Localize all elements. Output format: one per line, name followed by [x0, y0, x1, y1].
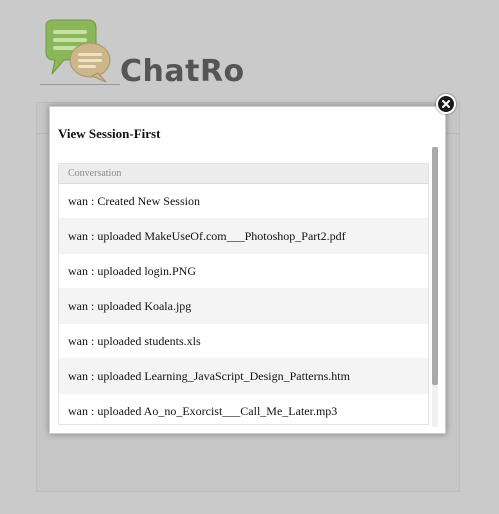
conversation-row: wan : Created New Session	[59, 184, 428, 219]
close-icon	[442, 100, 450, 108]
chat-bubbles-icon	[45, 19, 111, 83]
app-logo-text: ChatRo	[120, 54, 245, 89]
view-session-modal: View Session-First Conversation wan : Cr…	[49, 106, 446, 434]
close-button[interactable]	[436, 94, 456, 114]
conversation-row: wan : uploaded MakeUseOf.com___Photoshop…	[59, 219, 428, 254]
conversation-row: wan : uploaded students.xls	[59, 324, 428, 359]
conversation-row: wan : uploaded Koala.jpg	[59, 289, 428, 324]
modal-scrollbar[interactable]	[432, 147, 438, 427]
logo-divider	[40, 84, 120, 85]
scrollbar-thumb[interactable]	[432, 147, 438, 385]
conversation-row: wan : uploaded Learning_JavaScript_Desig…	[59, 359, 428, 394]
conversation-row: wan : uploaded Ao_no_Exorcist___Call_Me_…	[59, 394, 428, 424]
conversation-list: Conversation wan : Created New Session w…	[58, 163, 429, 425]
modal-title: View Session-First	[58, 126, 161, 141]
conversation-column-header: Conversation	[59, 164, 428, 184]
conversation-row: wan : uploaded login.PNG	[59, 254, 428, 289]
app-logo: ChatRo	[40, 18, 244, 90]
